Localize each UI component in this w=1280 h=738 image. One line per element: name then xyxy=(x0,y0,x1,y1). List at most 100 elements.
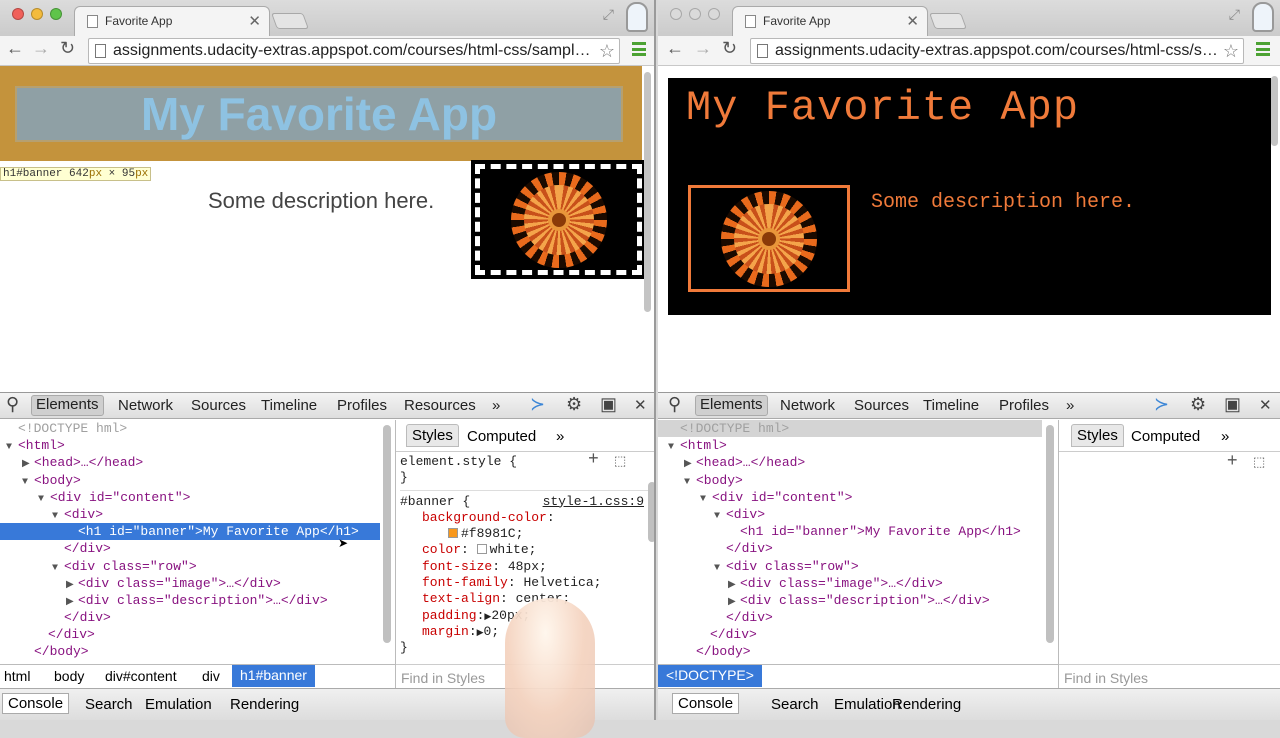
tab-resources[interactable]: Resources xyxy=(404,397,476,414)
dom-node[interactable]: </div> xyxy=(658,609,1042,626)
fullscreen-icon[interactable]: ⤢ xyxy=(1229,6,1240,23)
address-bar[interactable]: assignments.udacity-extras.appspot.com/c… xyxy=(750,38,1244,64)
tab-elements[interactable]: Elements xyxy=(31,395,104,416)
drawer-tab-console[interactable]: Console xyxy=(672,693,740,714)
dom-node[interactable]: ▼ <div class="row"> xyxy=(658,558,1042,575)
css-property[interactable]: color: white; xyxy=(400,542,654,558)
dom-node[interactable]: ▶ <div class="description">…</div> xyxy=(0,592,380,609)
dom-node[interactable]: ▼ <div class="row"> xyxy=(0,558,380,575)
tab-styles[interactable]: Styles xyxy=(406,424,459,447)
page-scrollbar[interactable] xyxy=(1271,76,1278,146)
more-style-tabs[interactable]: » xyxy=(556,428,564,445)
page-scrollbar[interactable] xyxy=(644,72,651,312)
back-button[interactable]: ← xyxy=(666,38,684,59)
css-value[interactable]: #f8981C; xyxy=(400,526,654,542)
tab-sources[interactable]: Sources xyxy=(191,397,246,414)
zoom-window-button[interactable] xyxy=(50,8,62,20)
breadcrumb-item-active[interactable]: <!DOCTYPE> xyxy=(658,665,762,687)
dom-node[interactable]: ▶ <div class="image">…</div> xyxy=(658,575,1042,592)
add-rule-icon[interactable]: + xyxy=(1227,450,1238,471)
toggle-element-state-icon[interactable]: ⬚ xyxy=(614,454,626,470)
tab-timeline[interactable]: Timeline xyxy=(923,397,979,414)
dom-node[interactable]: ▼ <div id="content"> xyxy=(658,489,1042,506)
bookmark-star-icon[interactable]: ☆ xyxy=(599,39,615,63)
dock-icon[interactable]: ▣ xyxy=(1224,394,1241,415)
profile-icon[interactable] xyxy=(626,2,648,32)
tab-network[interactable]: Network xyxy=(118,397,173,414)
drawer-tab-emulation[interactable]: Emulation xyxy=(834,696,901,713)
breadcrumb-item[interactable]: div#content xyxy=(105,668,177,684)
css-property[interactable]: font-size: 48px; xyxy=(400,559,654,575)
tab-computed[interactable]: Computed xyxy=(467,428,536,445)
source-link[interactable]: style-1.css:9 xyxy=(543,494,644,510)
reload-button[interactable]: ↻ xyxy=(60,38,75,59)
close-window-button[interactable] xyxy=(670,8,682,20)
dom-node[interactable]: </body> xyxy=(658,643,1042,660)
dom-node[interactable]: ▼ <div id="content"> xyxy=(0,489,380,506)
dom-node[interactable]: ▶ <head>…</head> xyxy=(0,454,380,471)
toggle-element-state-icon[interactable]: ⬚ xyxy=(1253,454,1265,470)
new-tab-button[interactable] xyxy=(271,13,309,29)
tab-close-icon[interactable]: ✕ xyxy=(248,12,261,30)
banner-rule-selector[interactable]: #banner {style-1.css:9 xyxy=(400,494,654,510)
tab-elements[interactable]: Elements xyxy=(695,395,768,416)
breadcrumb-item[interactable]: div xyxy=(202,668,220,684)
add-rule-icon[interactable]: + xyxy=(588,451,599,469)
dom-node[interactable]: ▶ <div class="image">…</div> xyxy=(0,575,380,592)
bookmark-star-icon[interactable]: ☆ xyxy=(1223,39,1239,63)
dom-node[interactable]: ▶ <div class="description">…</div> xyxy=(658,592,1042,609)
tab-timeline[interactable]: Timeline xyxy=(261,397,317,414)
drawer-tab-rendering[interactable]: Rendering xyxy=(230,696,299,713)
minimize-window-button[interactable] xyxy=(689,8,701,20)
gear-icon[interactable]: ⚙ xyxy=(1190,394,1206,415)
drawer-tab-rendering[interactable]: Rendering xyxy=(892,696,961,713)
dom-node[interactable]: <h1 id="banner">My Favorite App</h1> xyxy=(658,523,1042,540)
fullscreen-icon[interactable]: ⤢ xyxy=(603,6,614,23)
menu-icon[interactable] xyxy=(632,42,646,56)
forward-button[interactable]: → xyxy=(32,38,50,59)
dom-node[interactable]: ▼ <div> xyxy=(0,506,380,523)
close-devtools-icon[interactable]: ✕ xyxy=(1259,396,1272,414)
dom-node[interactable]: ▼ <body> xyxy=(0,472,380,489)
zoom-window-button[interactable] xyxy=(708,8,720,20)
profile-icon[interactable] xyxy=(1252,2,1274,32)
dom-node[interactable]: </div> xyxy=(658,540,1042,557)
forward-button[interactable]: → xyxy=(694,38,712,59)
css-property[interactable]: font-family: Helvetica; xyxy=(400,575,654,591)
reload-button[interactable]: ↻ xyxy=(722,38,737,59)
more-style-tabs[interactable]: » xyxy=(1221,428,1229,445)
address-bar[interactable]: assignments.udacity-extras.appspot.com/c… xyxy=(88,38,620,64)
breadcrumb-item[interactable]: html xyxy=(4,668,30,684)
selected-dom-node[interactable]: <!DOCTYPE hml> xyxy=(658,420,1042,438)
color-swatch[interactable] xyxy=(476,544,487,555)
tab-network[interactable]: Network xyxy=(780,397,835,414)
breadcrumb-item-active[interactable]: h1#banner xyxy=(232,665,315,687)
element-style-rule[interactable]: element.style {+ ⬚ xyxy=(400,451,654,470)
color-swatch[interactable] xyxy=(448,528,458,539)
dom-node[interactable]: ▼ <html> xyxy=(0,437,380,454)
tab-styles[interactable]: Styles xyxy=(1071,424,1124,447)
dom-node[interactable]: </div> xyxy=(0,609,380,626)
console-toggle-icon[interactable]: ≻ xyxy=(530,394,545,415)
tab-sources[interactable]: Sources xyxy=(854,397,909,414)
minimize-window-button[interactable] xyxy=(31,8,43,20)
more-tabs-button[interactable]: » xyxy=(1066,397,1074,414)
elements-scrollbar[interactable] xyxy=(1046,425,1054,643)
close-window-button[interactable] xyxy=(12,8,24,20)
close-devtools-icon[interactable]: ✕ xyxy=(634,396,647,414)
dom-node[interactable]: ▼ <html> xyxy=(658,437,1042,454)
browser-tab[interactable]: Favorite App ✕ xyxy=(732,6,928,36)
browser-tab[interactable]: Favorite App ✕ xyxy=(74,6,270,36)
dom-node[interactable]: </body> xyxy=(0,643,380,660)
menu-icon[interactable] xyxy=(1256,42,1270,56)
drawer-tab-emulation[interactable]: Emulation xyxy=(145,696,212,713)
tab-profiles[interactable]: Profiles xyxy=(337,397,387,414)
search-icon[interactable]: ⚲ xyxy=(6,394,19,415)
console-toggle-icon[interactable]: ≻ xyxy=(1154,394,1169,415)
gear-icon[interactable]: ⚙ xyxy=(566,394,582,415)
dom-node[interactable]: ▼ <div> xyxy=(658,506,1042,523)
selected-dom-node[interactable]: <h1 id="banner">My Favorite App</h1> xyxy=(0,523,380,541)
drawer-tab-search[interactable]: Search xyxy=(771,696,819,713)
elements-scrollbar[interactable] xyxy=(383,425,391,643)
drawer-tab-search[interactable]: Search xyxy=(85,696,133,713)
